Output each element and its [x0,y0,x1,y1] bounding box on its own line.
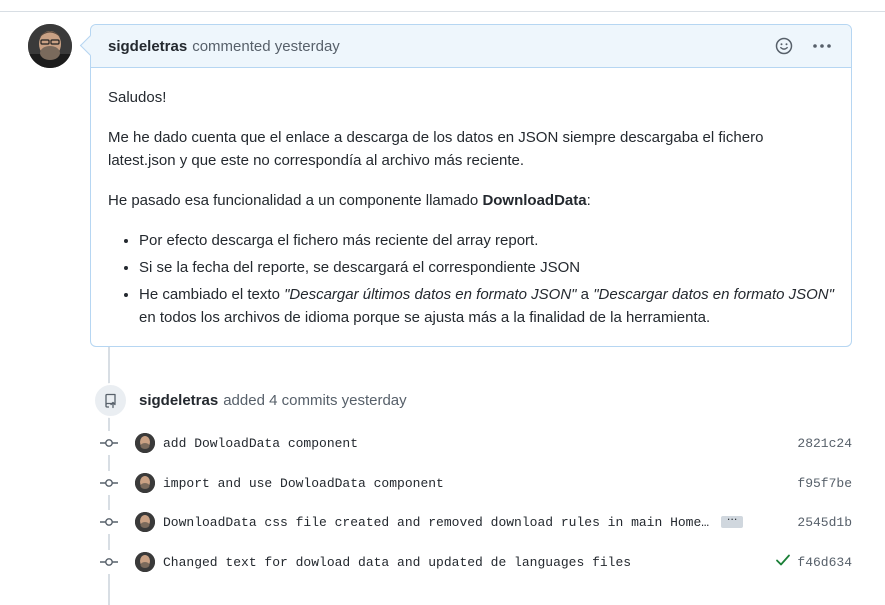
commit-message-link[interactable]: DownloadData css file created and remove… [163,515,709,530]
git-commit-icon [99,431,119,455]
commit-row: import and use DowloadData component f95… [99,471,852,495]
reaction-button[interactable] [771,33,797,59]
commit-meta: 2821c24 [797,436,852,451]
commit-message-link[interactable]: add DowloadData component [163,436,358,451]
git-commit-icon [99,510,119,534]
expand-commit-button[interactable]: ··· [721,514,744,528]
commits-event-text: sigdeletras added 4 commits yesterday [139,392,407,409]
comment-greeting: Saludos! [108,89,167,106]
comment-body: Saludos! Me he dado cuenta que el enlace… [91,68,851,329]
list-item: Si se la fecha del reporte, se descargar… [139,256,834,279]
commits-event: sigdeletras added 4 commits yesterday [93,383,407,418]
comment-paragraph: Me he dado cuenta que el enlace a descar… [108,129,764,169]
paragraph-colon: : [586,192,591,209]
top-divider [0,11,885,12]
commit-sha-link[interactable]: 2545d1b [797,515,852,530]
commit-message-link[interactable]: Changed text for dowload data and update… [163,555,631,570]
comment-list: Por efecto descarga el fichero más recie… [108,229,834,329]
commit-row: DownloadData css file created and remove… [99,510,852,534]
git-commit-icon [99,471,119,495]
kebab-horizontal-icon [813,44,831,48]
avatar-image [28,24,72,68]
new-text-quote: "Descargar datos en formato JSON" [593,286,834,303]
git-commit-icon [99,550,119,574]
commit-meta: f95f7be [797,476,852,491]
comment-menu-button[interactable] [809,33,835,59]
avatar[interactable] [28,24,72,68]
commit-author-avatar[interactable] [135,433,155,453]
commit-row: Changed text for dowload data and update… [99,550,852,574]
comment-header: sigdeletras commented yesterday [91,25,851,68]
commit-sha-link[interactable]: 2821c24 [797,436,852,451]
commit-meta: f46d634 [775,553,852,572]
commit-author-avatar[interactable] [135,473,155,493]
commit-author-avatar[interactable] [135,552,155,572]
comment-author[interactable]: sigdeletras [108,38,187,55]
commits-badge [93,383,128,418]
comment-paragraph-component: He pasado esa funcionalidad a un compone… [108,189,834,212]
commits-author[interactable]: sigdeletras [139,392,218,409]
list-item-text: en todos los archivos de idioma porque s… [139,309,711,326]
commit-author-avatar[interactable] [135,512,155,532]
list-item-text: He cambiado el texto [139,286,285,303]
component-name: DownloadData [482,192,587,209]
commit-sha-link[interactable]: f95f7be [797,476,852,491]
comment-timestamp[interactable]: commented yesterday [192,38,340,55]
commit-row: add DowloadData component 2821c24 [99,431,852,455]
paragraph-text: He pasado esa funcionalidad a un compone… [108,192,483,209]
commit-meta: 2545d1b [797,515,852,530]
smiley-icon [775,37,793,55]
list-item-text: a [576,286,594,303]
repo-push-icon [104,393,116,408]
commit-message-link[interactable]: import and use DowloadData component [163,476,444,491]
list-item: He cambiado el texto "Descargar últimos … [139,283,834,329]
comment-box: sigdeletras commented yesterday Saludos!… [90,24,852,347]
check-icon[interactable] [775,553,791,572]
list-item: Por efecto descarga el fichero más recie… [139,229,834,252]
comment-actions [771,25,835,67]
commit-sha-link[interactable]: f46d634 [797,555,852,570]
commits-event-action: added 4 commits yesterday [223,392,407,409]
old-text-quote: "Descargar últimos datos en formato JSON… [284,286,577,303]
